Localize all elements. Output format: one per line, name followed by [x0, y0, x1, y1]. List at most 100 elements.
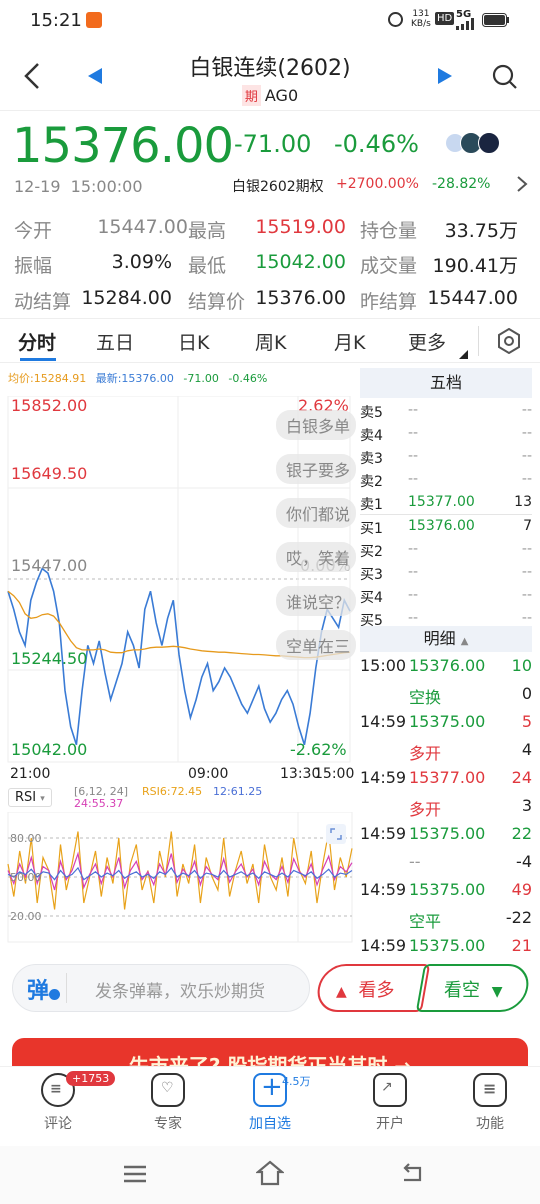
stat-label: 动结算: [14, 291, 72, 313]
detail-row: 14:59 15377.00 24: [360, 764, 532, 792]
detail-time: 15:00: [360, 656, 407, 675]
intraday-chart[interactable]: 均价:15284.91 最新:15376.00 -71.00 -0.46% 15…: [0, 366, 356, 956]
bid-row: 买2 -- --: [360, 539, 532, 561]
last-price: 15376.00: [12, 118, 234, 174]
level-label: 买3: [360, 567, 383, 583]
stat-label: 振幅: [14, 255, 53, 277]
bid-row: 买1 15376.00 7: [360, 516, 532, 538]
stat-label: 最低: [188, 255, 227, 277]
home-icon[interactable]: [256, 1160, 284, 1186]
level-price: --: [408, 587, 419, 603]
level-volume: --: [521, 448, 532, 464]
expand-icon[interactable]: [326, 824, 346, 844]
futures-tag: 期: [241, 85, 261, 106]
avatar-group[interactable]: [446, 132, 502, 154]
detail-row: 14:59 15375.00 5: [360, 708, 532, 736]
level-volume: --: [521, 564, 532, 580]
next-contract-icon[interactable]: [438, 68, 452, 84]
tab-daily-k[interactable]: 日K: [178, 328, 209, 355]
level-label: 卖2: [360, 474, 383, 490]
functions-button[interactable]: ≡ 功能: [450, 1073, 530, 1133]
option-pct-up: +2700.00%: [336, 176, 419, 192]
legend-last: 最新:15376.00: [95, 372, 174, 385]
expert-icon: ♡: [151, 1073, 185, 1107]
tab-monthly-k[interactable]: 月K: [334, 328, 365, 355]
detail-oi-change: -22: [505, 908, 532, 927]
level-price: --: [408, 402, 419, 418]
detail-oi-change: 4: [521, 740, 532, 759]
bottom-toolbar: ≡ 评论 +1753 ♡ 专家 + 加自选 4.5万 ↗ 开户 ≡ 功能: [0, 1066, 540, 1146]
dropdown-corner-icon: [459, 350, 468, 359]
page-title: 白银连续(2602): [189, 56, 351, 81]
detail-sub-row: 多开 3: [360, 792, 532, 820]
option-label[interactable]: 白银2602期权: [232, 176, 324, 196]
stat-label: 昨结算: [360, 291, 418, 313]
detail-price: 15375.00: [409, 936, 486, 955]
tab-weekly-k[interactable]: 周K: [255, 328, 286, 355]
detail-type: 多开: [409, 744, 442, 763]
stat-value: 33.75万: [444, 220, 518, 242]
period-tabs: 分时 五日 日K 周K 月K 更多: [0, 322, 540, 362]
search-icon[interactable]: [492, 64, 518, 90]
level-volume: --: [521, 541, 532, 557]
expert-button[interactable]: ♡ 专家: [128, 1073, 208, 1133]
stat-label: 持仓量: [360, 220, 418, 242]
legend-chg: -71.00: [183, 372, 219, 385]
danmaku-bubble: 哎，笑着: [276, 542, 356, 572]
danmaku-input[interactable]: 弹 发条弹幕，欢乐炒期货: [12, 964, 310, 1012]
stat-value: 15284.00: [81, 287, 172, 309]
detail-volume: 49: [511, 880, 532, 899]
alarm-icon: [388, 12, 403, 27]
y-axis-mid: 15447.00: [11, 556, 88, 575]
comment-label: 评论: [44, 1116, 72, 1132]
detail-type: 空平: [409, 912, 442, 931]
rsi6-value: RSI6:72.45: [142, 785, 203, 798]
back-nav-icon[interactable]: [400, 1162, 426, 1184]
level-label: 卖4: [360, 428, 383, 444]
top-nav: 白银连续(2602) 期 AG0: [0, 40, 540, 110]
indicator-select[interactable]: RSI ▾: [8, 788, 52, 807]
detail-row: 14:59 15375.00 49: [360, 876, 532, 904]
recents-icon[interactable]: [122, 1164, 148, 1184]
system-nav-bar: [0, 1146, 540, 1204]
option-pct-down: -28.82%: [432, 176, 491, 192]
chevron-right-icon[interactable]: [516, 175, 528, 193]
y-axis-4: 15244.50: [11, 649, 88, 668]
stat-label: 最高: [188, 220, 227, 242]
detail-volume: 24: [511, 768, 532, 787]
app-notification-icon: [86, 12, 102, 28]
price-change: -71.00: [234, 130, 312, 158]
detail-sub-row: 空平 -22: [360, 904, 532, 932]
level-price: --: [408, 471, 419, 487]
level-label: 卖3: [360, 451, 383, 467]
level-label: 卖5: [360, 405, 383, 421]
level-volume: 7: [523, 518, 532, 534]
stat-label: 成交量: [360, 255, 418, 277]
level-volume: 13: [514, 494, 532, 510]
contract-symbol: AG0: [264, 86, 299, 105]
tab-intraday[interactable]: 分时: [18, 328, 56, 355]
detail-header[interactable]: 明细 ▲: [360, 626, 532, 652]
settings-icon[interactable]: [496, 328, 522, 354]
detail-type: 多开: [409, 800, 442, 819]
level-volume: --: [521, 471, 532, 487]
bid-row: 买3 -- --: [360, 562, 532, 584]
tab-5day[interactable]: 五日: [96, 328, 134, 355]
open-account-button[interactable]: ↗ 开户: [350, 1073, 430, 1133]
tab-more[interactable]: 更多: [408, 328, 446, 355]
orderbook-title[interactable]: 五档: [360, 368, 532, 398]
y-axis-top: 15852.00: [11, 396, 88, 415]
ask-row: 卖2 -- --: [360, 469, 532, 491]
bullish-label: ▲ 看多: [336, 980, 395, 1001]
detail-row: 14:59 15375.00 22: [360, 820, 532, 848]
chart-legend: 均价:15284.91 最新:15376.00 -71.00 -0.46%: [8, 370, 267, 386]
active-tab-indicator: [20, 358, 56, 361]
price-change-pct: -0.46%: [334, 130, 419, 158]
level-volume: --: [521, 425, 532, 441]
bearish-label: 看空 ▼: [444, 980, 503, 1001]
detail-volume: 5: [521, 712, 532, 731]
chevron-down-icon: ▾: [40, 794, 45, 804]
level-price: 15376.00: [408, 518, 475, 534]
level-price: --: [408, 541, 419, 557]
indicator-label: RSI: [15, 790, 37, 805]
